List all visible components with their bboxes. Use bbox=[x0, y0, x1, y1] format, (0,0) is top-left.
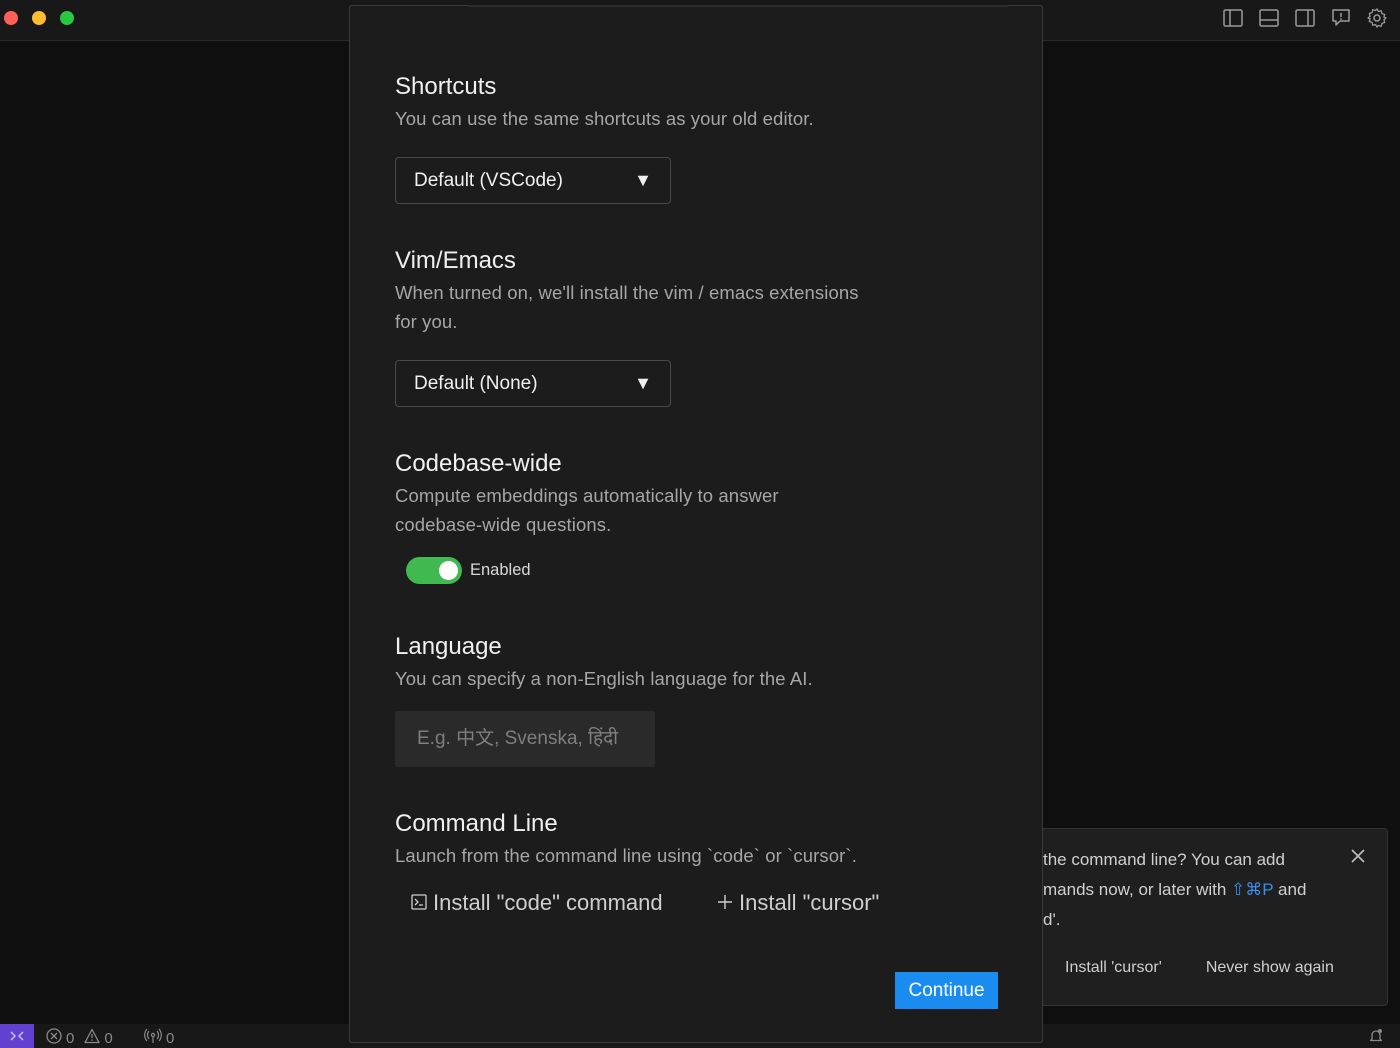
shortcuts-title: Shortcuts bbox=[395, 73, 497, 100]
shortcuts-section: Shortcuts You can use the same shortcuts… bbox=[395, 72, 814, 133]
notifications-bell-icon[interactable] bbox=[1368, 1028, 1384, 1048]
language-section: Language You can specify a non-English l… bbox=[395, 632, 813, 693]
vim-emacs-select[interactable]: Default (None) ▼ bbox=[395, 360, 671, 407]
warning-icon bbox=[84, 1028, 100, 1048]
toggle-label: Enabled bbox=[470, 561, 531, 579]
shortcuts-selected-value: Default (VSCode) bbox=[414, 169, 563, 191]
language-input[interactable] bbox=[395, 711, 655, 767]
shortcuts-description: You can use the same shortcuts as your o… bbox=[395, 108, 814, 129]
warning-count: 0 bbox=[104, 1029, 113, 1047]
continue-button[interactable]: Continue bbox=[895, 972, 998, 1009]
feedback-icon[interactable] bbox=[1330, 7, 1352, 29]
toggle-panel-icon[interactable] bbox=[1258, 7, 1280, 29]
remote-indicator-button[interactable] bbox=[0, 1024, 34, 1048]
onboarding-settings-dialog: Shortcuts You can use the same shortcuts… bbox=[349, 5, 1043, 1043]
window-close-button[interactable] bbox=[4, 11, 18, 25]
vim-emacs-selected-value: Default (None) bbox=[414, 372, 538, 394]
install-cursor-command-button[interactable]: Install "cursor" bbox=[717, 890, 879, 916]
terminal-icon bbox=[411, 890, 427, 916]
ports-indicator[interactable]: 0 bbox=[144, 1028, 174, 1048]
notification-install-cursor-button[interactable]: Install 'cursor' bbox=[1065, 959, 1162, 977]
language-description: You can specify a non-English language f… bbox=[395, 668, 813, 689]
notification-never-show-button[interactable]: Never show again bbox=[1206, 959, 1334, 977]
error-count: 0 bbox=[66, 1029, 75, 1047]
toggle-knob bbox=[439, 561, 458, 580]
toggle-primary-sidebar-icon[interactable] bbox=[1222, 7, 1244, 29]
problems-indicator[interactable]: 0 0 bbox=[46, 1028, 113, 1048]
notification-message-tail: d'. bbox=[1043, 910, 1061, 929]
window-minimize-button[interactable] bbox=[32, 11, 46, 25]
notification-shortcut: ⇧⌘P bbox=[1231, 880, 1274, 899]
codebase-toggle-row: Enabled bbox=[406, 557, 531, 584]
vim-emacs-title: Vim/Emacs bbox=[395, 247, 516, 274]
toggle-secondary-sidebar-icon[interactable] bbox=[1294, 7, 1316, 29]
dropdown-arrow-icon: ▼ bbox=[634, 373, 652, 393]
modal-top-edge bbox=[468, 5, 1008, 7]
codebase-embeddings-toggle[interactable] bbox=[406, 557, 462, 584]
install-code-command-button[interactable]: Install "code" command bbox=[411, 890, 663, 916]
ports-count: 0 bbox=[166, 1029, 175, 1047]
command-line-title: Command Line bbox=[395, 810, 558, 837]
install-code-label: Install "code" command bbox=[433, 890, 663, 915]
close-icon[interactable] bbox=[1351, 849, 1371, 869]
command-line-description: Launch from the command line using `code… bbox=[395, 845, 857, 866]
dropdown-arrow-icon: ▼ bbox=[634, 170, 652, 190]
notification-message: the command line? You can add mands now,… bbox=[1043, 850, 1307, 929]
settings-gear-icon[interactable] bbox=[1366, 7, 1388, 29]
command-line-section: Command Line Launch from the command lin… bbox=[395, 809, 857, 870]
codebase-wide-section: Codebase-wide Compute embeddings automat… bbox=[395, 449, 779, 539]
vim-emacs-description: When turned on, we'll install the vim / … bbox=[395, 282, 859, 332]
window-maximize-button[interactable] bbox=[60, 11, 74, 25]
plus-icon bbox=[717, 890, 733, 916]
install-command-notification: the command line? You can add mands now,… bbox=[1000, 828, 1388, 1006]
language-title: Language bbox=[395, 633, 502, 660]
install-cursor-label: Install "cursor" bbox=[739, 890, 880, 915]
codebase-wide-description: Compute embeddings automatically to answ… bbox=[395, 485, 779, 535]
error-icon bbox=[46, 1028, 62, 1048]
vim-emacs-section: Vim/Emacs When turned on, we'll install … bbox=[395, 246, 859, 336]
shortcuts-select[interactable]: Default (VSCode) ▼ bbox=[395, 157, 671, 204]
codebase-wide-title: Codebase-wide bbox=[395, 450, 562, 477]
broadcast-icon bbox=[144, 1028, 162, 1048]
